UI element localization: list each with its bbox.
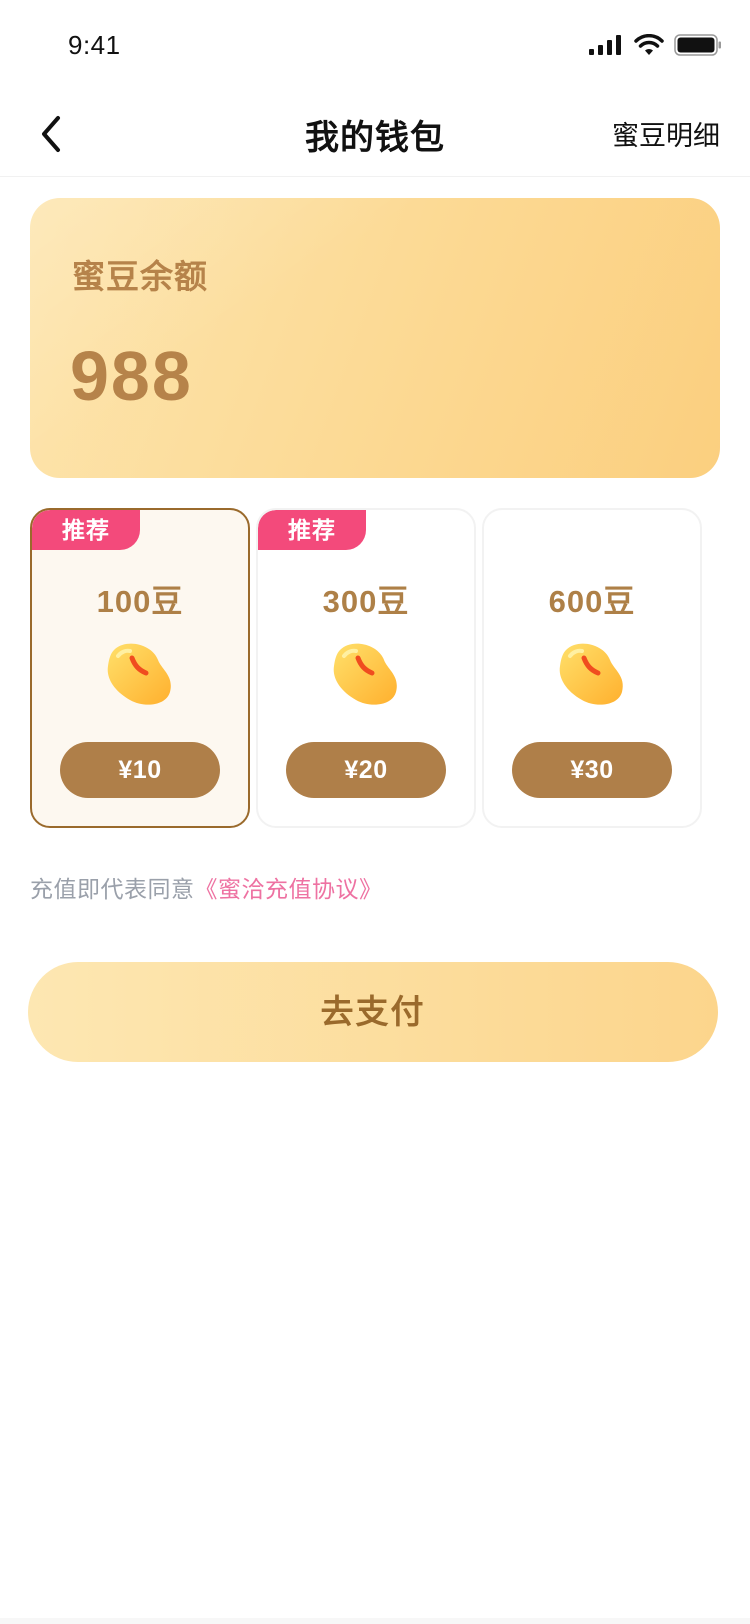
bean-details-link[interactable]: 蜜豆明细 [612, 114, 720, 153]
balance-value: 988 [70, 337, 193, 415]
pay-button[interactable]: 去支付 [28, 962, 718, 1062]
wifi-icon [634, 34, 664, 55]
package-amount: 100豆 [96, 584, 184, 619]
balance-card: 蜜豆余额 988 [30, 198, 720, 478]
package-card-600[interactable]: 600豆 ¥30 [482, 508, 702, 828]
recommend-badge: 推荐 [258, 510, 366, 550]
price-button[interactable]: ¥20 [286, 742, 446, 798]
recommend-badge: 推荐 [32, 510, 140, 550]
battery-icon [674, 34, 721, 56]
price-button[interactable]: ¥10 [60, 742, 220, 798]
status-time: 9:41 [68, 30, 121, 60]
package-amount: 300豆 [322, 584, 410, 619]
package-card-100[interactable]: 推荐 100豆 ¥10 [30, 508, 250, 828]
status-bar: 9:41 [0, 0, 750, 92]
bean-icon [559, 643, 623, 705]
package-amount: 600豆 [548, 584, 636, 619]
bean-icon [107, 643, 171, 705]
recharge-packages: 推荐 100豆 ¥10 推荐 300豆 ¥20 600豆 ¥30 [30, 508, 722, 830]
navigation-bar: 我的钱包 蜜豆明细 [0, 92, 750, 177]
price-button[interactable]: ¥30 [512, 742, 672, 798]
balance-label: 蜜豆余额 [72, 258, 208, 295]
bean-icon [333, 643, 397, 705]
status-icons [588, 33, 722, 57]
recharge-agreement-link[interactable]: 《蜜洽充值协议》 [195, 876, 383, 902]
agreement-prefix: 充值即代表同意 [30, 876, 195, 902]
signal-icon [589, 35, 621, 55]
agreement-text: 充值即代表同意《蜜洽充值协议》 [30, 870, 383, 904]
package-card-300[interactable]: 推荐 300豆 ¥20 [256, 508, 476, 828]
home-indicator [0, 1618, 750, 1624]
